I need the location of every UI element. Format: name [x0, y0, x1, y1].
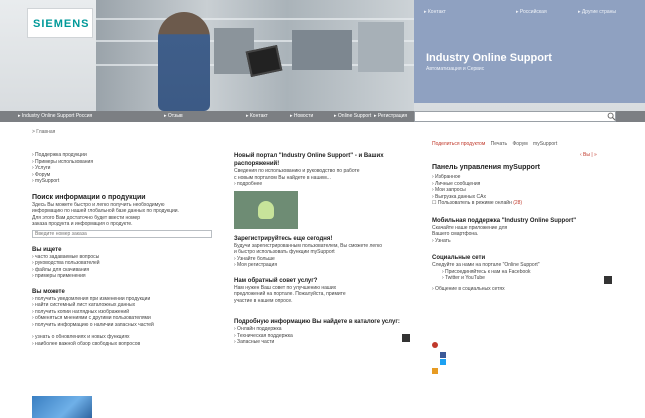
twitter-icon[interactable] [440, 359, 446, 365]
site-subtitle: Автоматизация и Сервис [426, 66, 485, 72]
top-link[interactable]: ▸ Российская [516, 9, 547, 15]
header: SIEMENS ▸ Контакт ▸ Российская ▸ Другие … [0, 0, 645, 111]
social-title: Социальные сети [432, 255, 486, 261]
list-item[interactable]: › примеры применения [32, 273, 216, 280]
feedback-title: Нам обратный совет услуг? [234, 277, 318, 284]
header-banner: ▸ Контакт ▸ Российская ▸ Другие страны I… [414, 0, 645, 103]
you-can-title: Вы можете [32, 288, 65, 295]
product-search-placeholder: Введите номер заказа [35, 230, 87, 237]
header-top-links: ▸ Контакт ▸ Российская ▸ Другие страны [420, 9, 642, 19]
middle-column: Новый портал "Industry Online Support" -… [234, 152, 414, 346]
mobile-title: Мобильная поддержка "Industry Online Sup… [432, 217, 577, 224]
nav-item[interactable]: ▸ Отзыв [164, 113, 183, 119]
print-link[interactable]: Печать [491, 141, 507, 147]
site-title: Industry Online Support [426, 52, 552, 64]
header-photo [96, 0, 414, 111]
person-illustration [158, 12, 210, 111]
register-title: Зарегистрируйтесь еще сегодня! [234, 235, 333, 242]
page: SIEMENS ▸ Контакт ▸ Российская ▸ Другие … [0, 0, 645, 418]
list-item[interactable]: › наиболее важной обзор свободных вопрос… [32, 341, 216, 348]
thumbnail-image[interactable] [32, 396, 92, 418]
online-users-label: Пользователь в режиме онлайн [437, 200, 512, 206]
community-icon[interactable] [432, 342, 438, 348]
tablet-illustration [245, 44, 283, 78]
news-title: Новый портал "Industry Online Support" -… [234, 153, 384, 167]
list-item[interactable]: › Запасные части [234, 339, 414, 346]
phone-icon[interactable] [604, 276, 612, 284]
quick-links: › Поддержка продукции › Примеры использо… [32, 152, 216, 185]
page-tools: Поделиться продуктом Печать Форум mySupp… [428, 141, 557, 147]
list-item[interactable]: › Общение в социальных сетях [432, 286, 618, 293]
mysupport-link[interactable]: mySupport [533, 141, 557, 147]
siemens-logo[interactable]: SIEMENS [27, 8, 93, 38]
mysupport-panel-title: Панель управления mySupport [432, 164, 540, 171]
list-item[interactable]: › Моя регистрация [234, 262, 414, 269]
lightbulb-image [234, 190, 298, 229]
logo-text: SIEMENS [33, 18, 90, 30]
list-item[interactable]: › Узнать [432, 238, 618, 245]
quick-link[interactable]: › mySupport [32, 178, 216, 185]
list-item[interactable]: › Twitter и YouTube [432, 275, 618, 282]
nav-item[interactable]: ▸ Регистрация [374, 113, 407, 119]
survey-icon[interactable] [402, 334, 410, 342]
pager[interactable]: ‹ Вы | » [580, 152, 597, 159]
facebook-icon[interactable] [440, 352, 446, 358]
online-users[interactable]: ☐ Пользователь в режиме онлайн (28) [432, 200, 618, 207]
nav-item[interactable]: ▸ Новости [290, 113, 313, 119]
chat-icon[interactable] [432, 368, 438, 374]
search-icon[interactable] [607, 112, 616, 121]
top-link[interactable]: ▸ Контакт [424, 9, 446, 15]
nav-item[interactable]: ▸ Контакт [246, 113, 268, 119]
online-users-count: (28) [513, 200, 523, 206]
text-line: участие в нашем опросе. [234, 297, 293, 304]
forum-link[interactable]: Форум [512, 141, 527, 147]
breadcrumb[interactable]: > Главная [32, 129, 55, 135]
share-product-link[interactable]: Поделиться продуктом [432, 141, 485, 147]
right-column: Панель управления mySupport › Избранное … [432, 163, 618, 292]
site-search-input[interactable] [414, 111, 616, 122]
product-search-title: Поиск информации о продукции [32, 193, 146, 201]
top-link[interactable]: ▸ Другие страны [578, 9, 616, 15]
nav-item[interactable]: ▸ Online Support [334, 113, 371, 119]
more-link[interactable]: › подробнее [234, 181, 414, 188]
list-item[interactable]: › получить информацию о наличии запасных… [32, 322, 216, 329]
you-seek-title: Вы ищете [32, 246, 62, 253]
nav-item[interactable]: ▸ Industry Online Support Россия [18, 113, 92, 119]
product-search-input[interactable]: Введите номер заказа [32, 229, 212, 238]
text-line: заказа продукта и информация о продукте. [32, 221, 133, 227]
left-column: › Поддержка продукции › Примеры использо… [32, 152, 216, 347]
lightbulb-icon [258, 200, 274, 219]
catalog-title: Подробную информацию Вы найдете в катало… [234, 319, 400, 325]
